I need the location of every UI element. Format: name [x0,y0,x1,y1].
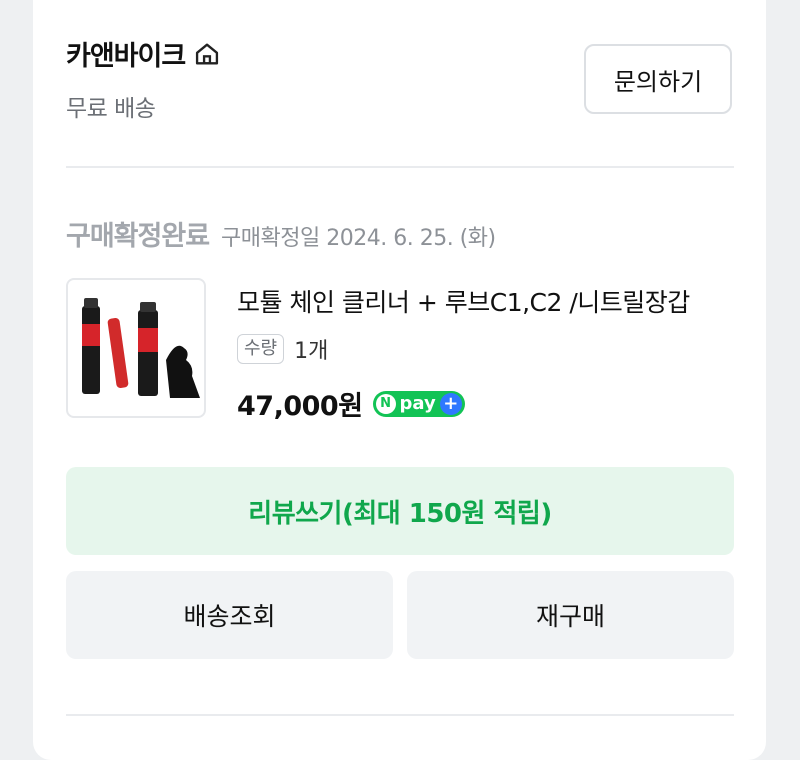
quantity-badge: 수량 [237,334,285,364]
npay-label: pay [399,393,436,414]
shipping-info: 무료 배송 [66,96,156,122]
store-name[interactable]: 카앤바이크 [66,34,221,73]
product-thumbnail[interactable] [66,278,206,418]
price: 47,000원 [237,391,363,422]
quantity-value: 1개 [294,339,329,364]
confirm-date: 구매확정일 2024. 6. 25. (화) [221,226,496,251]
divider [66,714,734,716]
store-header[interactable]: 카앤바이크 [66,34,221,73]
order-card: 카앤바이크 무료 배송 문의하기 구매확정완료 구매확정일 2024. 6. 2… [33,0,766,760]
rebuy-button[interactable]: 재구매 [407,571,734,659]
track-delivery-button[interactable]: 배송조회 [66,571,393,659]
write-review-button[interactable]: 리뷰쓰기(최대 150원 적립) [66,467,734,555]
product-title[interactable]: 모튤 체인 클리너 + 루브C1,C2 /니트릴장갑 [237,283,732,319]
divider [66,166,734,168]
naver-n-icon: N [375,393,396,414]
product-image [82,298,200,398]
home-icon [196,43,219,64]
inquiry-button[interactable]: 문의하기 [584,44,732,114]
npay-plus-badge: N pay + [372,390,465,417]
price-row: 47,000원 N pay + [237,384,465,423]
order-status-row: 구매확정완료 구매확정일 2024. 6. 25. (화) [66,214,496,253]
plus-icon: + [439,392,462,415]
quantity-row: 수량 1개 [237,333,328,365]
store-name-label: 카앤바이크 [66,41,186,72]
order-status: 구매확정완료 [66,221,210,252]
